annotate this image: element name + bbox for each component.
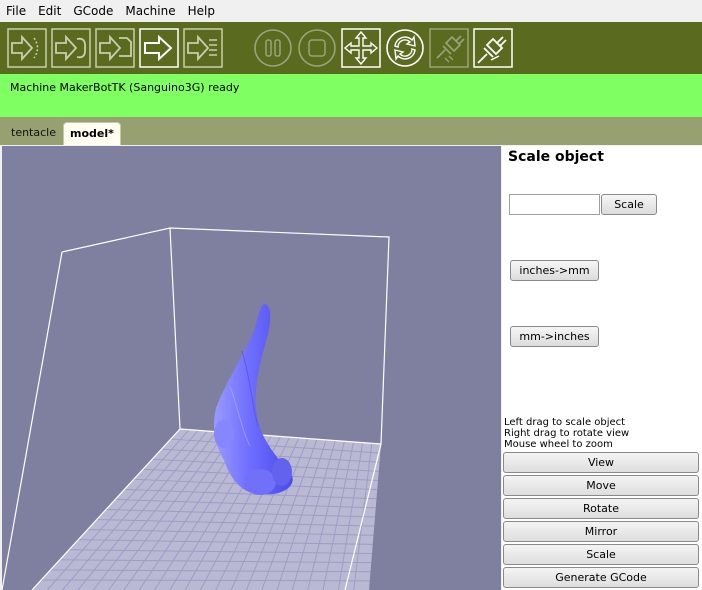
- help-line: Right drag to rotate view: [504, 428, 630, 439]
- control-panel-icon: [341, 28, 381, 68]
- mm-to-inches-button[interactable]: mm->inches: [510, 326, 599, 347]
- connect-button[interactable]: [473, 28, 513, 68]
- disconnect-button[interactable]: [429, 28, 469, 68]
- move-mode-button[interactable]: Move: [503, 475, 699, 496]
- tab-tentacle[interactable]: tentacle: [5, 122, 62, 145]
- help-line: Mouse wheel to zoom: [504, 439, 613, 450]
- upload-icon: [183, 28, 223, 68]
- build-to-file-icon: [95, 28, 135, 68]
- status-bar: Machine MakerBotTK (Sanguino3G) ready: [0, 74, 702, 117]
- rotate-mode-button[interactable]: Rotate: [503, 498, 699, 519]
- menu-help[interactable]: Help: [182, 0, 221, 22]
- status-message: Machine MakerBotTK (Sanguino3G) ready: [10, 81, 240, 94]
- menu-gcode[interactable]: GCode: [67, 0, 119, 22]
- control-panel-button[interactable]: [341, 28, 381, 68]
- scale-input[interactable]: [509, 194, 600, 215]
- tab-bar: tentacle model*: [0, 117, 702, 145]
- build-volume-scene: [2, 227, 390, 590]
- build-platform: [32, 429, 381, 590]
- help-line: Left drag to scale object: [504, 417, 626, 428]
- mirror-mode-button[interactable]: Mirror: [503, 521, 699, 542]
- build-icon: [139, 28, 179, 68]
- panel-title: Scale object: [508, 149, 604, 165]
- reset-icon: [386, 29, 424, 67]
- build-button[interactable]: [139, 28, 179, 68]
- menu-bar: File Edit GCode Machine Help: [0, 0, 702, 22]
- help-text: Left drag to scale object Right drag to …: [504, 417, 629, 450]
- build-from-sd-icon: [7, 28, 47, 68]
- view-mode-button[interactable]: View: [503, 452, 699, 473]
- generate-gcode-button[interactable]: Generate GCode: [503, 567, 699, 588]
- scale-apply-button[interactable]: Scale: [601, 194, 657, 215]
- build-from-sd-button[interactable]: [7, 28, 47, 68]
- pause-icon: [254, 29, 292, 67]
- menu-file[interactable]: File: [0, 0, 32, 22]
- menu-machine[interactable]: Machine: [119, 0, 181, 22]
- tab-model[interactable]: model*: [63, 122, 121, 145]
- scale-mode-button[interactable]: Scale: [503, 544, 699, 565]
- build-to-file-button[interactable]: [95, 28, 135, 68]
- pause-button[interactable]: [253, 28, 293, 68]
- toolbar: [0, 22, 702, 74]
- menu-edit[interactable]: Edit: [32, 0, 67, 22]
- disconnect-icon: [429, 28, 469, 68]
- 3d-viewport[interactable]: [2, 146, 501, 590]
- inches-to-mm-button[interactable]: inches->mm: [510, 260, 599, 281]
- build-to-sd-button[interactable]: [51, 28, 91, 68]
- reset-button[interactable]: [385, 28, 425, 68]
- stop-icon: [298, 29, 336, 67]
- stop-button[interactable]: [297, 28, 337, 68]
- connect-icon: [473, 28, 513, 68]
- upload-button[interactable]: [183, 28, 223, 68]
- build-to-sd-icon: [51, 28, 91, 68]
- tool-panel: Scale object Scale inches->mm mm->inches…: [502, 146, 702, 590]
